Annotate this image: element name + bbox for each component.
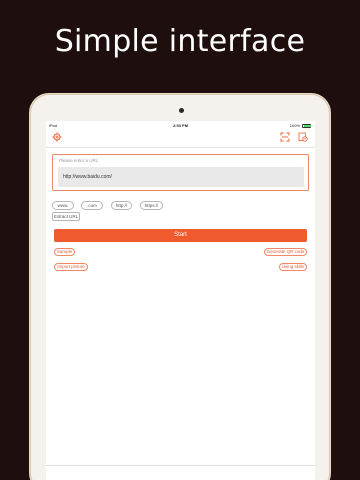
toolbar bbox=[46, 130, 315, 144]
url-label: Please enter a URL bbox=[59, 158, 99, 163]
chip-com[interactable]: .com bbox=[81, 201, 103, 210]
toolbar-divider bbox=[46, 147, 315, 148]
camera-dot bbox=[179, 108, 184, 113]
battery-percent: 100% bbox=[289, 123, 300, 128]
status-right: 100% bbox=[290, 123, 311, 128]
bottom-divider bbox=[46, 465, 315, 466]
tablet-device: iPad 2:53 PM 100% Please enter a URL htt… bbox=[29, 93, 331, 480]
extract-url-button[interactable]: Extract URL bbox=[52, 212, 80, 221]
app-screen: iPad 2:53 PM 100% Please enter a URL htt… bbox=[46, 121, 315, 480]
start-button[interactable]: Start bbox=[54, 229, 307, 242]
url-input-card: Please enter a URL bbox=[52, 154, 309, 191]
chip-https[interactable]: https:// bbox=[140, 201, 163, 210]
generate-qr-button[interactable]: Generate QR code bbox=[264, 248, 307, 256]
sample-button[interactable]: Sample bbox=[54, 248, 75, 256]
gear-icon[interactable] bbox=[52, 132, 62, 142]
status-bar: iPad 2:53 PM 100% bbox=[46, 121, 315, 129]
chip-http[interactable]: http:// bbox=[111, 201, 132, 210]
url-input[interactable] bbox=[58, 167, 304, 187]
chip-www[interactable]: www. bbox=[52, 201, 74, 210]
headline: Simple interface bbox=[54, 24, 306, 59]
scan-icon[interactable] bbox=[280, 132, 290, 142]
status-time: 2:53 PM bbox=[172, 123, 189, 128]
battery-icon bbox=[302, 123, 311, 128]
history-icon[interactable] bbox=[298, 132, 308, 142]
import-picture-button[interactable]: Import picture bbox=[54, 263, 88, 271]
using-skills-button[interactable]: Using skills bbox=[279, 263, 307, 271]
